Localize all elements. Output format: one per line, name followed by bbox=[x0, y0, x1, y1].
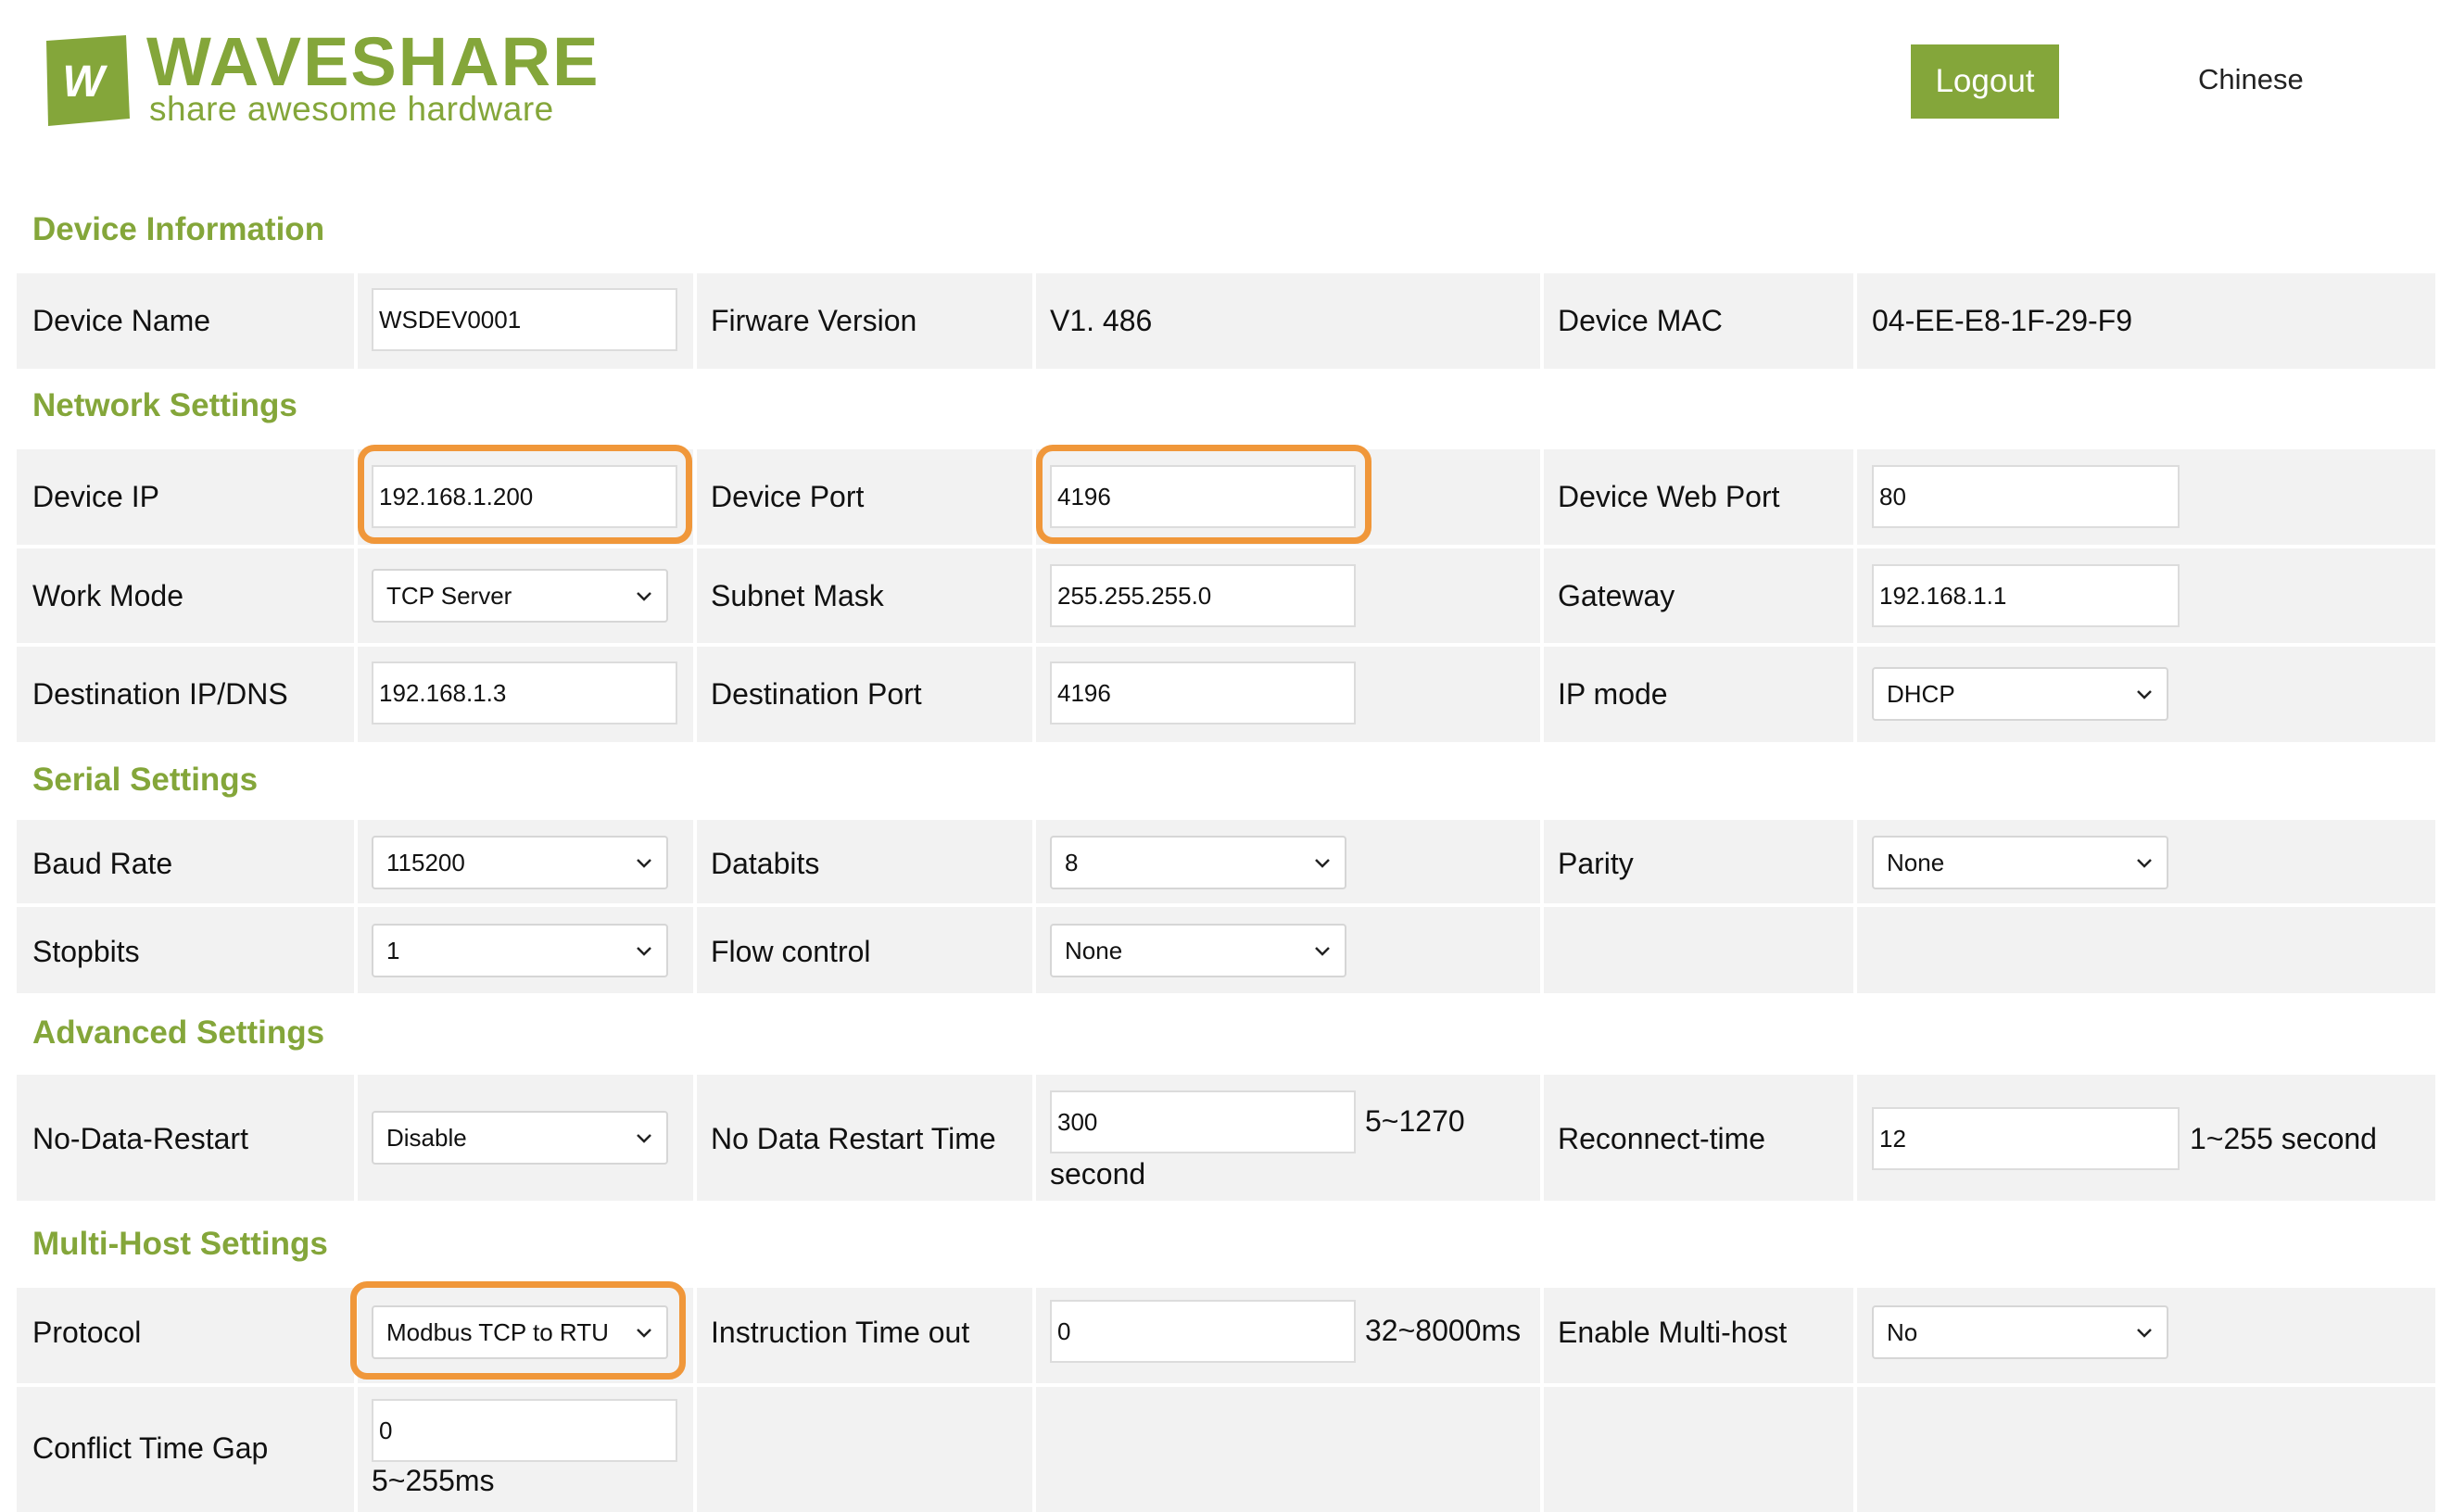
waveshare-logo: W WAVESHARE share awesome hardware bbox=[37, 28, 598, 134]
section-title-multihost: Multi-Host Settings bbox=[32, 1226, 328, 1262]
cell-bg bbox=[1544, 1387, 1853, 1512]
logo-wordmark: WAVESHARE bbox=[146, 23, 600, 100]
mac-label: Device MAC bbox=[1558, 304, 1723, 337]
ip-mode-select[interactable]: DHCP bbox=[1872, 667, 2168, 721]
flow-control-label: Flow control bbox=[711, 935, 871, 968]
device-name-input[interactable] bbox=[372, 288, 677, 351]
destination-port-input[interactable] bbox=[1050, 662, 1356, 724]
databits-value: 8 bbox=[1065, 848, 1079, 876]
firmware-value: V1. 486 bbox=[1050, 304, 1153, 337]
chevron-down-icon bbox=[2137, 1329, 2152, 1338]
no-data-time-input[interactable] bbox=[1050, 1090, 1356, 1153]
ip-mode-label: IP mode bbox=[1558, 677, 1668, 711]
logo-tagline: share awesome hardware bbox=[149, 90, 554, 128]
protocol-value: Modbus TCP to RTU bbox=[386, 1317, 609, 1346]
no-data-time-unit: second bbox=[1050, 1157, 1146, 1191]
gateway-input[interactable] bbox=[1872, 564, 2180, 627]
cell-bg bbox=[1857, 907, 2435, 993]
language-link[interactable]: Chinese bbox=[2198, 63, 2304, 96]
destination-ip-input[interactable] bbox=[372, 662, 677, 724]
subnet-mask-label: Subnet Mask bbox=[711, 579, 884, 612]
section-title-serial: Serial Settings bbox=[32, 762, 259, 798]
web-port-input[interactable] bbox=[1872, 465, 2180, 528]
device-ip-label: Device IP bbox=[32, 480, 159, 513]
chevron-down-icon bbox=[1315, 859, 1330, 868]
cell-bg bbox=[697, 1387, 1032, 1512]
work-mode-value: TCP Server bbox=[386, 581, 512, 610]
device-ip-input[interactable] bbox=[372, 465, 677, 528]
section-title-advanced: Advanced Settings bbox=[32, 1014, 325, 1051]
chevron-down-icon bbox=[2137, 690, 2152, 699]
enable-multihost-label: Enable Multi-host bbox=[1558, 1316, 1788, 1349]
gateway-label: Gateway bbox=[1558, 579, 1675, 612]
enable-multihost-select[interactable]: No bbox=[1872, 1305, 2168, 1359]
destination-ip-label: Destination IP/DNS bbox=[32, 677, 288, 711]
no-data-time-range-hint: 5~1270 bbox=[1365, 1104, 1465, 1138]
databits-label: Databits bbox=[711, 847, 820, 880]
chevron-down-icon bbox=[637, 947, 651, 956]
chevron-down-icon bbox=[1315, 947, 1330, 956]
destination-port-label: Destination Port bbox=[711, 677, 922, 711]
no-data-time-label: No Data Restart Time bbox=[711, 1122, 996, 1155]
reconnect-time-label: Reconnect-time bbox=[1558, 1122, 1766, 1155]
databits-select[interactable]: 8 bbox=[1050, 836, 1346, 889]
device-port-label: Device Port bbox=[711, 480, 865, 513]
waveshare-logo-icon: W bbox=[46, 35, 130, 126]
no-data-restart-value: Disable bbox=[386, 1123, 467, 1152]
protocol-select[interactable]: Modbus TCP to RTU bbox=[372, 1305, 668, 1359]
cell-bg bbox=[1544, 907, 1853, 993]
conflict-time-gap-input[interactable] bbox=[372, 1399, 677, 1462]
cell-bg bbox=[1857, 1387, 2435, 1512]
flow-control-value: None bbox=[1065, 936, 1123, 964]
chevron-down-icon bbox=[637, 859, 651, 868]
baud-rate-label: Baud Rate bbox=[32, 847, 173, 880]
ip-mode-value: DHCP bbox=[1887, 679, 1955, 708]
chevron-down-icon bbox=[637, 592, 651, 601]
web-port-label: Device Web Port bbox=[1558, 480, 1780, 513]
reconnect-time-input[interactable] bbox=[1872, 1107, 2180, 1170]
parity-value: None bbox=[1887, 848, 1945, 876]
section-title-device-info: Device Information bbox=[32, 211, 325, 247]
protocol-label: Protocol bbox=[32, 1316, 142, 1349]
work-mode-label: Work Mode bbox=[32, 579, 184, 612]
svg-text:W: W bbox=[62, 57, 107, 107]
firmware-label: Firware Version bbox=[711, 304, 917, 337]
baud-rate-value: 115200 bbox=[386, 848, 465, 876]
section-title-network: Network Settings bbox=[32, 387, 297, 423]
reconnect-time-hint: 1~255 second bbox=[2190, 1122, 2377, 1155]
flow-control-select[interactable]: None bbox=[1050, 924, 1346, 977]
device-port-input[interactable] bbox=[1050, 465, 1356, 528]
enable-multihost-value: No bbox=[1887, 1317, 1918, 1346]
mac-value: 04-EE-E8-1F-29-F9 bbox=[1872, 304, 2132, 337]
stopbits-select[interactable]: 1 bbox=[372, 924, 668, 977]
no-data-restart-select[interactable]: Disable bbox=[372, 1111, 668, 1165]
instruction-timeout-hint: 32~8000ms bbox=[1365, 1314, 1522, 1347]
no-data-restart-label: No-Data-Restart bbox=[32, 1122, 248, 1155]
chevron-down-icon bbox=[2137, 859, 2152, 868]
conflict-time-gap-label: Conflict Time Gap bbox=[32, 1431, 269, 1465]
instruction-timeout-input[interactable] bbox=[1050, 1300, 1356, 1363]
parity-label: Parity bbox=[1558, 847, 1634, 880]
stopbits-label: Stopbits bbox=[32, 935, 140, 968]
work-mode-select[interactable]: TCP Server bbox=[372, 569, 668, 623]
baud-rate-select[interactable]: 115200 bbox=[372, 836, 668, 889]
chevron-down-icon bbox=[637, 1329, 651, 1338]
subnet-mask-input[interactable] bbox=[1050, 564, 1356, 627]
logout-button[interactable]: Logout bbox=[1911, 44, 2059, 119]
chevron-down-icon bbox=[637, 1134, 651, 1143]
conflict-time-gap-hint: 5~255ms bbox=[372, 1464, 495, 1497]
device-name-label: Device Name bbox=[32, 304, 211, 337]
instruction-timeout-label: Instruction Time out bbox=[711, 1316, 970, 1349]
stopbits-value: 1 bbox=[386, 936, 400, 964]
cell-bg bbox=[1036, 1387, 1540, 1512]
parity-select[interactable]: None bbox=[1872, 836, 2168, 889]
